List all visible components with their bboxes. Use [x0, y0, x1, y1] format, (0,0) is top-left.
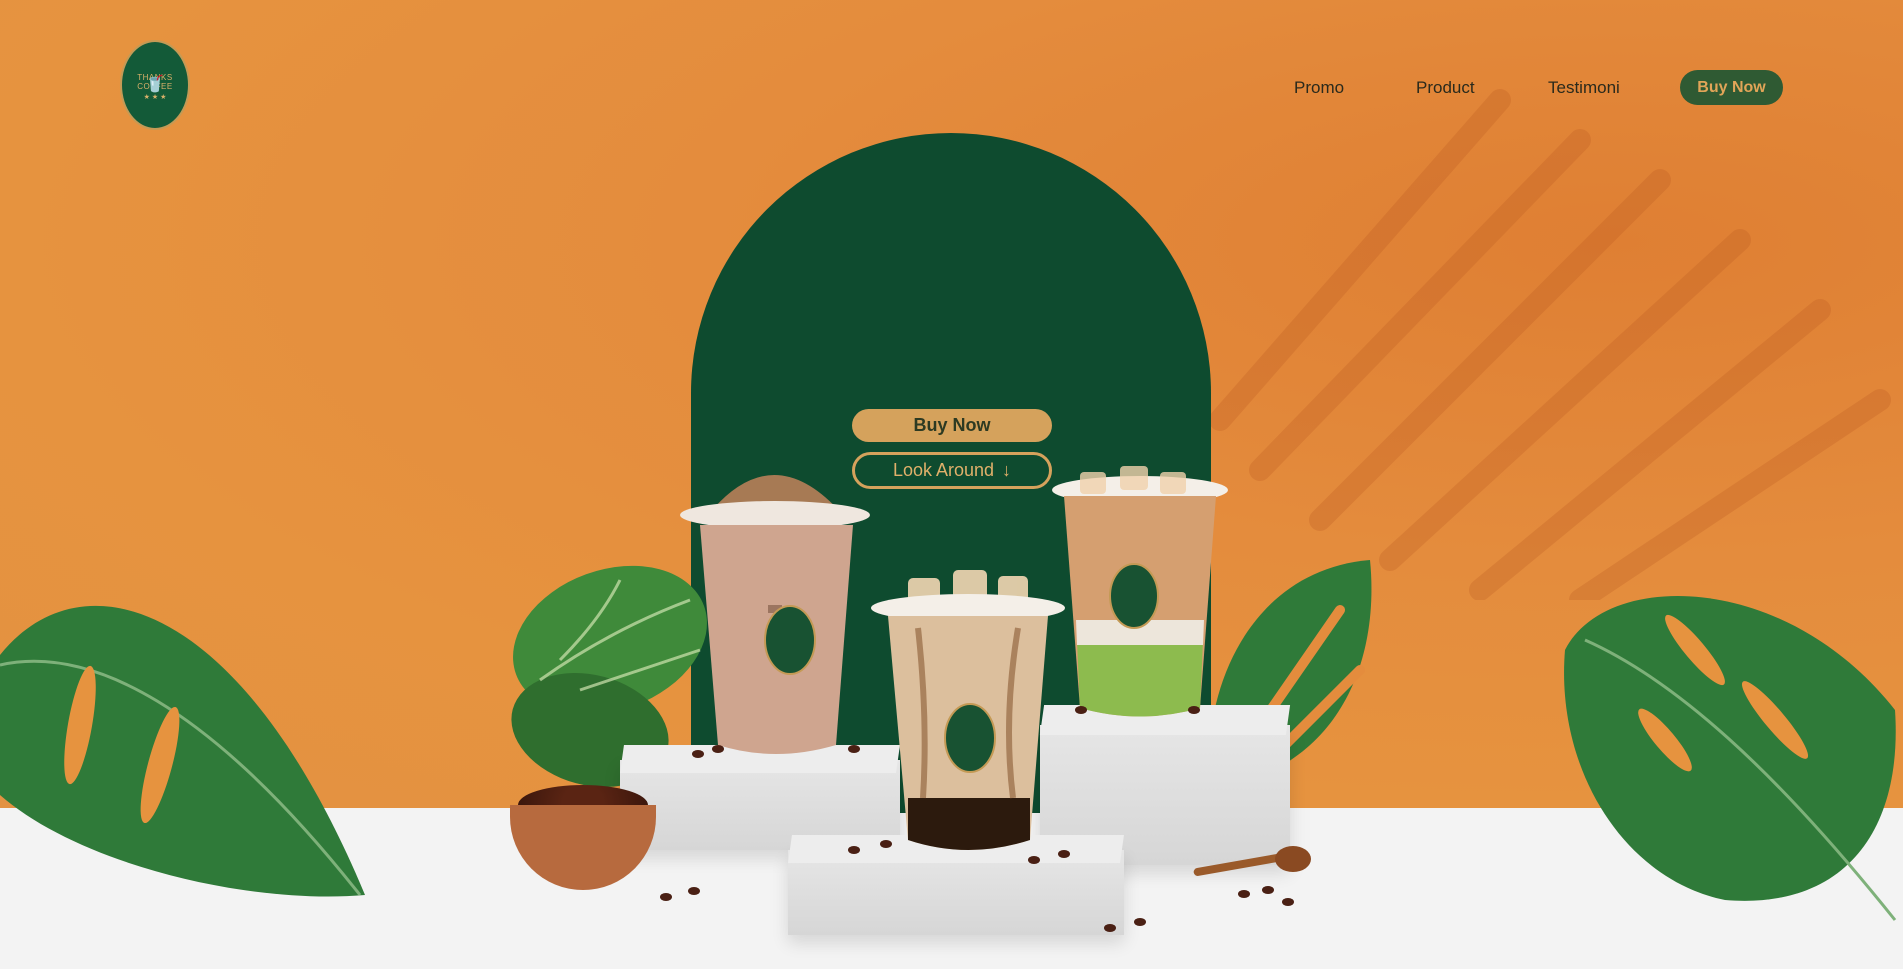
nav-buy-now-button[interactable]: Buy Now [1680, 70, 1783, 105]
matcha-coffee-cup[interactable] [1050, 460, 1230, 730]
coffee-bean [1282, 898, 1294, 906]
milk-coffee-cup[interactable] [678, 445, 878, 765]
coffee-bean [848, 846, 860, 854]
nav-item-promo[interactable]: Promo [1294, 78, 1344, 98]
spoon-head [1275, 846, 1311, 872]
monstera-leaf-right [1564, 595, 1897, 921]
coffee-bean [880, 840, 892, 848]
coffee-bean [712, 745, 724, 753]
hero-buy-now-button[interactable]: Buy Now [852, 409, 1052, 442]
look-around-label: Look Around [892, 460, 995, 480]
arrow-down-icon: ↓ [1002, 460, 1012, 480]
coffee-bean [1134, 918, 1146, 926]
coffee-bean [1075, 706, 1087, 714]
nav-item-testimoni[interactable]: Testimoni [1548, 78, 1620, 98]
palm-shadow [1209, 89, 1891, 600]
coffee-bean [1238, 890, 1250, 898]
coffee-bean [660, 893, 672, 901]
coffee-bean [688, 887, 700, 895]
coffee-bean [1262, 886, 1274, 894]
look-around-button[interactable]: Look Around ↓ [852, 452, 1052, 489]
coffee-bean [1058, 850, 1070, 858]
coffee-bean [1188, 706, 1200, 714]
caramel-coffee-cup[interactable] [868, 568, 1068, 868]
main-nav: Promo Product Testimoni Buy Now [0, 70, 1903, 106]
coffee-bean [848, 745, 860, 753]
coffee-bean [1104, 924, 1116, 932]
nav-item-product[interactable]: Product [1416, 78, 1475, 98]
coffee-bean [1028, 856, 1040, 864]
monstera-leaf-left [0, 605, 365, 897]
coffee-bean [692, 750, 704, 758]
